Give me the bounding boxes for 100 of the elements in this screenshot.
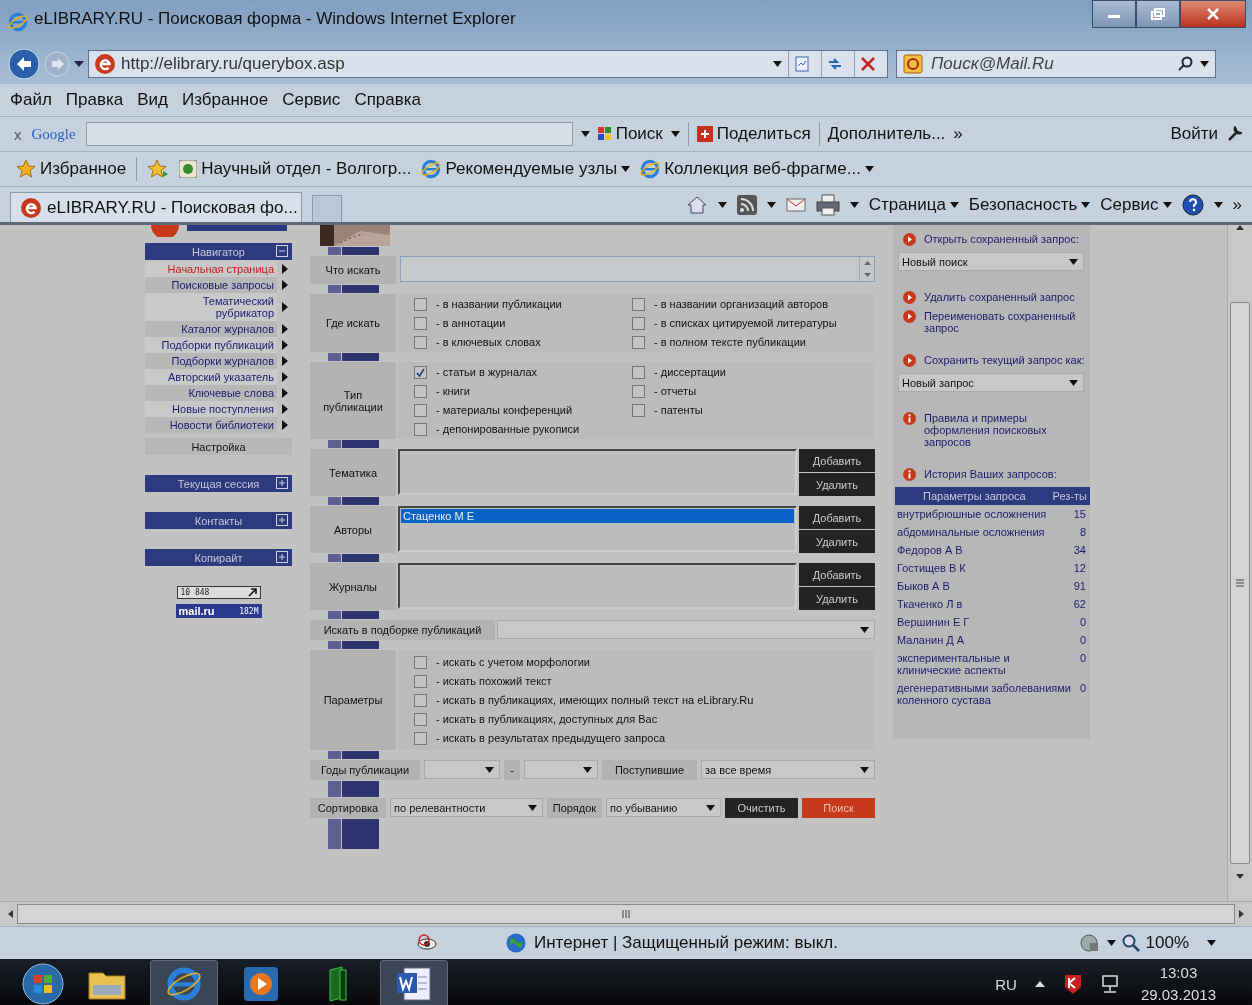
checkbox[interactable] — [414, 384, 427, 398]
menu-item[interactable]: Сервис — [282, 90, 341, 110]
clock-time[interactable]: 13:03 — [1159, 962, 1198, 984]
action-link[interactable]: Переименовать сохраненный запрос — [924, 310, 1090, 334]
maximize-button[interactable] — [1136, 0, 1180, 28]
year-from-dropdown[interactable] — [424, 760, 500, 779]
expand-icon[interactable] — [276, 514, 288, 526]
checkbox[interactable] — [414, 316, 427, 330]
clock-date[interactable]: 29.03.2013 — [1140, 984, 1216, 1005]
action-link[interactable]: Удалить сохраненный запрос — [924, 291, 1075, 303]
add-favorite-icon[interactable] — [147, 159, 170, 179]
close-toolbar-button[interactable]: x — [14, 125, 22, 143]
help-icon[interactable] — [1181, 193, 1204, 216]
search-button[interactable]: Поиск — [597, 124, 663, 144]
minimize-button[interactable] — [1092, 0, 1136, 28]
list-box[interactable] — [398, 449, 797, 495]
history-link[interactable]: внутрибрюшные осложнения — [897, 508, 1047, 520]
action-link[interactable]: Сохранить текущий запрос как: — [924, 354, 1085, 366]
saved-query-dropdown[interactable]: Новый запрос — [898, 373, 1084, 392]
add-button[interactable]: Добавить — [799, 506, 875, 529]
sort-dropdown[interactable]: по релевантности — [390, 798, 543, 817]
refresh-icon[interactable] — [827, 57, 843, 71]
command-menu[interactable]: Безопасность — [968, 194, 1091, 215]
collapse-icon[interactable] — [276, 245, 288, 257]
ie-logo-icon[interactable] — [8, 12, 28, 32]
action-link[interactable]: Правила и примеры оформления поисковых запросов — [924, 412, 1090, 448]
history-link[interactable]: Федоров А В — [897, 544, 963, 556]
history-link[interactable]: экспериментальные и клинические аспекты — [897, 652, 1072, 676]
section-header[interactable]: Текущая сессия — [145, 475, 292, 492]
command-menu[interactable]: Сервис — [1100, 194, 1172, 215]
checkbox[interactable] — [414, 403, 427, 417]
print-icon[interactable] — [815, 193, 840, 216]
media-player-icon[interactable] — [244, 967, 278, 1001]
nav-link[interactable]: Подборки журналов — [145, 353, 277, 369]
section-header[interactable]: Контакты — [145, 512, 292, 529]
stop-icon[interactable] — [860, 56, 876, 72]
close-button[interactable] — [1180, 0, 1246, 28]
history-link[interactable]: Вершинин Е Г — [897, 616, 970, 628]
checkbox[interactable] — [632, 316, 645, 330]
checkbox[interactable] — [632, 297, 645, 311]
action-link[interactable]: История Ваших запросов: — [924, 468, 1057, 480]
nav-link[interactable]: Авторский указатель — [145, 369, 277, 385]
security-zone[interactable]: Интернет | Защищенный режим: выкл. — [534, 933, 838, 953]
checkbox[interactable] — [414, 335, 427, 349]
history-link[interactable]: дегенеративными заболеваниями коленного сустава — [897, 682, 1072, 706]
expand-icon[interactable] — [276, 477, 288, 489]
list-item[interactable]: Стаценко М Е — [401, 509, 794, 523]
checkbox[interactable] — [414, 731, 427, 745]
more-button[interactable]: Дополнитель... — [827, 124, 946, 144]
search-box[interactable]: Поиск@Mail.Ru — [896, 50, 1216, 78]
checkbox[interactable] — [632, 384, 645, 398]
remove-button[interactable]: Удалить — [799, 587, 875, 610]
list-box[interactable] — [398, 563, 797, 609]
add-button[interactable]: Добавить — [799, 563, 875, 586]
clear-button[interactable]: Очистить — [725, 798, 798, 818]
horizontal-scrollbar[interactable] — [0, 901, 1252, 926]
visit-counter[interactable]: 10 848 — [176, 586, 261, 599]
history-link[interactable]: Быков А В — [897, 580, 950, 592]
ie-logo-icon[interactable] — [640, 159, 661, 179]
search-icon[interactable] — [1178, 56, 1194, 72]
checkbox[interactable] — [414, 655, 427, 669]
word-document-icon[interactable] — [396, 967, 432, 1001]
zoom-level[interactable]: 100% — [1145, 933, 1189, 953]
antivirus-icon[interactable] — [1062, 973, 1083, 995]
nav-link[interactable]: Начальная страница — [145, 261, 277, 277]
menu-item[interactable]: Вид — [137, 90, 168, 110]
search-field[interactable]: Поиск@Mail.Ru — [929, 53, 1172, 75]
menu-item[interactable]: Избранное — [182, 90, 269, 110]
nav-link[interactable]: Тематический рубрикатор — [145, 293, 277, 321]
favorite-link[interactable]: Научный отдел - Волгогр... — [179, 159, 412, 179]
address-bar[interactable]: http://elibrary.ru/querybox.asp — [88, 50, 888, 78]
action-link[interactable]: Открыть сохраненный запрос: — [924, 233, 1079, 245]
start-button-icon[interactable] — [22, 963, 64, 1005]
overflow-button[interactable]: » — [953, 124, 963, 144]
overflow-button[interactable]: » — [1232, 194, 1242, 215]
ie-logo-icon[interactable] — [166, 966, 202, 1002]
section-header[interactable]: Навигатор — [145, 243, 292, 260]
saved-query-dropdown[interactable]: Новый поиск — [898, 252, 1084, 271]
menu-item[interactable]: Правка — [65, 90, 124, 110]
checkbox[interactable] — [414, 693, 427, 707]
login-button[interactable]: Войти — [1170, 124, 1218, 144]
checkbox[interactable] — [632, 335, 645, 349]
add-button[interactable]: Добавить — [799, 449, 875, 472]
remove-button[interactable]: Удалить — [799, 530, 875, 553]
book-icon[interactable] — [326, 966, 348, 1002]
checkbox[interactable] — [632, 365, 645, 379]
nav-link[interactable]: Поисковые запросы — [145, 277, 277, 293]
checkbox[interactable] — [632, 403, 645, 417]
vertical-scrollbar[interactable] — [1227, 225, 1252, 901]
query-field[interactable] — [400, 256, 875, 282]
ie-logo-icon[interactable] — [421, 159, 442, 179]
expand-icon[interactable] — [276, 551, 288, 563]
compatibility-view-icon[interactable] — [794, 56, 810, 72]
wrench-icon[interactable] — [1226, 126, 1242, 142]
browser-tab[interactable]: eLIBRARY.RU - Поисковая фо... — [10, 192, 302, 222]
order-dropdown[interactable]: по убыванию — [606, 798, 721, 817]
nav-link[interactable]: Новые поступления — [145, 401, 277, 417]
history-link[interactable]: Ткаченко Л в — [897, 598, 963, 610]
back-icon[interactable] — [8, 48, 40, 80]
settings-link[interactable]: Настройка — [145, 438, 292, 455]
